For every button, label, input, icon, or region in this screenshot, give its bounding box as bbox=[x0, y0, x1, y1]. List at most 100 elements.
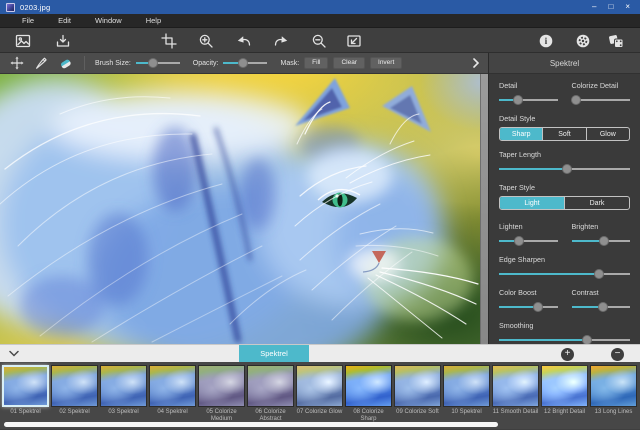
slider-thumb[interactable] bbox=[148, 58, 158, 68]
preset-thumbnail-label: 08 Colorize Sharp bbox=[346, 409, 392, 423]
preset-thumbnail-label: 12 Bright Detail bbox=[544, 409, 585, 416]
window-title: 0203.jpg bbox=[20, 3, 50, 12]
canvas-image[interactable] bbox=[0, 74, 488, 344]
add-preset-button[interactable]: + bbox=[561, 348, 574, 361]
minimize-button[interactable]: – bbox=[592, 0, 596, 14]
slider-thumb[interactable] bbox=[513, 95, 523, 105]
canvas-scrollbar[interactable] bbox=[480, 74, 488, 344]
zoom-in-icon bbox=[198, 33, 214, 49]
preset-thumbnail[interactable]: 13 Long Lines bbox=[590, 365, 637, 429]
preset-thumbnail[interactable]: 08 Colorize Sharp bbox=[345, 365, 392, 429]
preset-thumbnail[interactable]: 01 Spektrel bbox=[2, 365, 49, 429]
cat-artwork bbox=[0, 74, 480, 344]
panel-title: Spektrel bbox=[489, 53, 640, 74]
preset-thumbnail[interactable]: 12 Bright Detail bbox=[541, 365, 588, 429]
slider-thumb[interactable] bbox=[599, 236, 609, 246]
svg-text:i: i bbox=[544, 37, 547, 47]
photo-presets-button[interactable] bbox=[14, 32, 31, 49]
preset-thumbnail[interactable]: 11 Smooth Detail bbox=[492, 365, 539, 429]
taper-style-segment: Light Dark bbox=[499, 196, 630, 210]
redo-button[interactable] bbox=[272, 32, 289, 49]
undo-button[interactable] bbox=[235, 32, 252, 49]
contrast-label: Contrast bbox=[572, 288, 631, 297]
move-tool-button[interactable] bbox=[8, 55, 26, 71]
color-boost-slider[interactable] bbox=[499, 301, 558, 312]
close-button[interactable]: × bbox=[625, 0, 630, 14]
thumbnail-scrollbar[interactable] bbox=[4, 422, 498, 427]
photo-icon bbox=[15, 33, 31, 49]
remove-preset-button[interactable]: − bbox=[611, 348, 624, 361]
preset-thumbnail[interactable]: 09 Colorize Soft bbox=[394, 365, 441, 429]
mask-fill-button[interactable]: Fill bbox=[304, 57, 328, 70]
edge-sharpen-slider[interactable] bbox=[499, 268, 630, 279]
preset-thumbnail-image bbox=[198, 365, 245, 407]
preset-thumbnail[interactable]: 07 Colorize Glow bbox=[296, 365, 343, 429]
randomize-button[interactable] bbox=[607, 32, 624, 49]
detail-style-sharp[interactable]: Sharp bbox=[500, 128, 543, 140]
preset-thumbnail-image bbox=[541, 365, 588, 407]
settings-button[interactable] bbox=[574, 32, 591, 49]
taper-style-dark[interactable]: Dark bbox=[565, 197, 629, 209]
preset-thumbnail-image bbox=[492, 365, 539, 407]
slider-thumb[interactable] bbox=[582, 335, 592, 345]
preset-thumbnail-strip: 01 Spektrel 02 Spektrel 03 Spektrel 04 S… bbox=[0, 362, 640, 429]
preset-category-tab[interactable]: Spektrel bbox=[239, 345, 309, 363]
preset-thumbnail-image bbox=[443, 365, 490, 407]
slider-thumb[interactable] bbox=[571, 95, 581, 105]
preset-thumbnail[interactable]: 06 Colorize Abstract bbox=[247, 365, 294, 429]
crop-button[interactable] bbox=[160, 32, 177, 49]
menu-help[interactable]: Help bbox=[134, 14, 173, 28]
preset-thumbnail[interactable]: 03 Spektrel bbox=[100, 365, 147, 429]
chevron-right-icon bbox=[472, 58, 480, 68]
colorize-detail-slider[interactable] bbox=[572, 94, 631, 105]
slider-thumb[interactable] bbox=[238, 58, 248, 68]
mask-invert-button[interactable]: Invert bbox=[370, 57, 402, 70]
preset-thumbnail-image bbox=[394, 365, 441, 407]
detail-style-glow[interactable]: Glow bbox=[587, 128, 629, 140]
collapse-panel-button[interactable] bbox=[472, 58, 480, 68]
info-icon: i bbox=[538, 33, 554, 49]
collapse-presets-button[interactable] bbox=[9, 350, 19, 357]
mask-clear-button[interactable]: Clear bbox=[333, 57, 365, 70]
taper-style-light[interactable]: Light bbox=[500, 197, 565, 209]
slider-thumb[interactable] bbox=[533, 302, 543, 312]
brighten-label: Brighten bbox=[572, 222, 631, 231]
preset-thumbnail[interactable]: 05 Colorize Medium bbox=[198, 365, 245, 429]
menu-file[interactable]: File bbox=[10, 14, 46, 28]
lighten-slider[interactable] bbox=[499, 235, 558, 246]
detail-style-soft[interactable]: Soft bbox=[543, 128, 586, 140]
gear-icon bbox=[575, 33, 591, 49]
info-button[interactable]: i bbox=[537, 32, 554, 49]
toolbar-divider bbox=[84, 56, 85, 70]
preset-thumbnail[interactable]: 02 Spektrel bbox=[51, 365, 98, 429]
titlebar: 0203.jpg – □ × bbox=[0, 0, 640, 14]
slider-track bbox=[499, 339, 630, 341]
eraser-tool-button[interactable] bbox=[56, 55, 74, 71]
taper-length-slider[interactable] bbox=[499, 163, 630, 174]
slider-thumb[interactable] bbox=[562, 164, 572, 174]
preset-thumbnail[interactable]: 04 Spektrel bbox=[149, 365, 196, 429]
zoom-out-button[interactable] bbox=[310, 32, 327, 49]
opacity-slider[interactable] bbox=[223, 58, 267, 69]
contrast-slider[interactable] bbox=[572, 301, 631, 312]
preset-thumbnail-label: 07 Colorize Glow bbox=[297, 409, 343, 416]
save-button[interactable] bbox=[54, 32, 71, 49]
maximize-button[interactable]: □ bbox=[608, 0, 613, 14]
brush-size-slider[interactable] bbox=[136, 58, 180, 69]
preset-thumbnail[interactable]: 10 Spektrel bbox=[443, 365, 490, 429]
compare-icon bbox=[346, 33, 362, 49]
zoom-in-button[interactable] bbox=[197, 32, 214, 49]
menu-window[interactable]: Window bbox=[83, 14, 134, 28]
brighten-slider[interactable] bbox=[572, 235, 631, 246]
menu-edit[interactable]: Edit bbox=[46, 14, 83, 28]
app-icon bbox=[6, 3, 15, 12]
slider-thumb[interactable] bbox=[514, 236, 524, 246]
slider-thumb[interactable] bbox=[598, 302, 608, 312]
slider-thumb[interactable] bbox=[594, 269, 604, 279]
detail-slider[interactable] bbox=[499, 94, 558, 105]
slider-track bbox=[499, 306, 558, 308]
preset-thumbnail-image bbox=[247, 365, 294, 407]
preset-thumbnail-label: 04 Spektrel bbox=[157, 409, 187, 416]
brush-tool-button[interactable] bbox=[32, 55, 50, 71]
compare-original-button[interactable] bbox=[345, 32, 362, 49]
